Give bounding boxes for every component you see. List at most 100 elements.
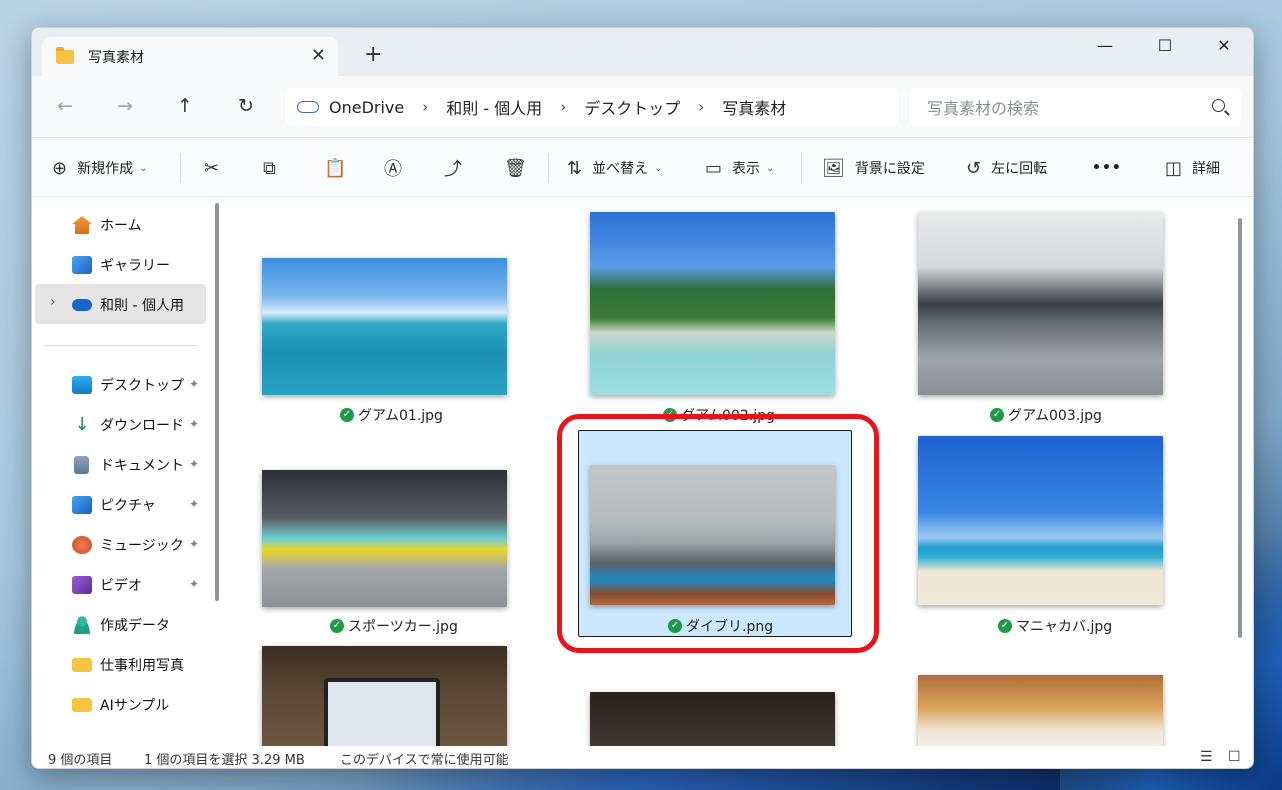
sidebar-item-onedrive-personal[interactable]: 和則 - 個人用	[72, 293, 184, 317]
breadcrumb-photo-materials[interactable]: 写真素材	[722, 95, 786, 119]
status-bar: 9 個の項目 1 個の項目を選択 3.29 MB このデバイスで常に使用可能 ☰…	[32, 746, 1253, 768]
file-name: スポーツカー.jpg	[348, 619, 458, 635]
item-count: 9 個の項目	[48, 753, 113, 768]
breadcrumb-desktop[interactable]: デスクトップ	[584, 95, 680, 119]
tiles-view-icon[interactable]: ☐	[1228, 749, 1241, 765]
document-icon	[74, 456, 89, 474]
sidebar-item-gallery[interactable]: ギャラリー	[72, 253, 170, 277]
breadcrumb-separator[interactable]: ›	[560, 98, 566, 116]
thumbnail-manyakaba[interactable]	[918, 436, 1163, 605]
more-icon: •••	[1092, 160, 1122, 176]
cut-button[interactable]: ✂	[204, 139, 229, 197]
pin-icon[interactable]: ✦	[189, 497, 199, 511]
sidebar-item-videos[interactable]: ビデオ	[72, 573, 142, 597]
copy-button[interactable]: ⧉	[263, 139, 286, 197]
sidebar-item-pictures[interactable]: ピクチャ	[72, 493, 156, 517]
sidebar-item-home[interactable]: ホーム	[72, 213, 142, 237]
breadcrumb-onedrive[interactable]: OneDrive	[329, 98, 404, 117]
file-item-manyakaba[interactable]: ✓ マニャカバ.jpg	[998, 616, 1112, 636]
tab-photo-materials[interactable]: 写真素材 ✕	[42, 37, 338, 77]
pin-icon[interactable]: ✦	[189, 417, 199, 431]
sidebar-item-label: デスクトップ	[100, 378, 184, 394]
share-icon: ⤴	[444, 159, 462, 180]
plus-circle-icon: ⊕	[52, 157, 68, 179]
breadcrumb-separator[interactable]: ›	[422, 98, 428, 116]
file-item-guam003[interactable]: ✓ グアム003.jpg	[990, 405, 1102, 425]
thumbnail-desk[interactable]	[590, 692, 835, 746]
pin-icon[interactable]: ✦	[189, 537, 199, 551]
thumbnail-guam003[interactable]	[918, 212, 1163, 395]
sync-check-icon: ✓	[330, 619, 344, 633]
paste-button[interactable]: 📋	[324, 139, 356, 197]
breadcrumb-personal[interactable]: 和則 - 個人用	[446, 95, 542, 119]
sort-label: 並べ替え	[592, 161, 649, 177]
set-background-button[interactable]: 🖼 背景に設定	[822, 139, 925, 197]
minimize-button[interactable]: —	[1085, 36, 1125, 55]
refresh-button[interactable]: ↻	[231, 96, 261, 116]
tab-close-button[interactable]: ✕	[311, 46, 326, 66]
share-button[interactable]: ⤴	[444, 139, 472, 197]
breadcrumb[interactable]: OneDrive › 和則 - 個人用 › デスクトップ › 写真素材	[285, 88, 899, 126]
close-button[interactable]: ✕	[1204, 36, 1244, 55]
sidebar-scrollbar[interactable]	[215, 203, 219, 601]
sidebar-item-downloads[interactable]: ↓ ダウンロード	[72, 413, 184, 437]
toolbar-divider	[548, 153, 549, 183]
sidebar-item-ai-samples[interactable]: AIサンプル	[72, 693, 169, 717]
sidebar-item-work-photos[interactable]: 仕事利用写真	[72, 653, 184, 677]
details-button[interactable]: ◫ 詳細	[1165, 139, 1220, 197]
paste-icon: 📋	[324, 157, 347, 179]
sidebar-divider	[44, 345, 198, 346]
file-name: グアム01.jpg	[358, 408, 443, 424]
sidebar-item-label: 仕事利用写真	[100, 658, 184, 674]
maximize-button[interactable]: ☐	[1145, 36, 1185, 55]
search-input[interactable]: 写真素材の検索	[909, 88, 1241, 126]
sync-check-icon: ✓	[340, 408, 354, 422]
expand-chevron-icon[interactable]: ›	[50, 294, 56, 310]
file-item-sports-car[interactable]: ✓ スポーツカー.jpg	[330, 616, 458, 636]
user-icon	[72, 616, 92, 634]
details-view-icon[interactable]: ☰	[1200, 749, 1213, 765]
desktop-icon	[72, 376, 92, 394]
video-icon	[72, 576, 92, 594]
sidebar-item-desktop[interactable]: デスクトップ	[72, 373, 184, 397]
up-button[interactable]: ↑	[170, 96, 200, 116]
content-scrollbar[interactable]	[1238, 218, 1242, 638]
sidebar-item-label: 作成データ	[100, 618, 170, 634]
rename-button[interactable]: Ⓐ	[384, 139, 412, 197]
back-button[interactable]: ←	[50, 96, 80, 116]
thumbnail-guam01[interactable]	[262, 258, 507, 395]
cloud-icon	[297, 101, 319, 113]
sort-button[interactable]: ⇅ 並べ替え ⌄	[567, 139, 662, 197]
breadcrumb-separator[interactable]: ›	[698, 98, 704, 116]
thumbnail-laptop[interactable]	[262, 646, 507, 746]
view-icon: ▭	[705, 157, 723, 179]
pictures-icon	[72, 496, 92, 514]
delete-button[interactable]: 🗑	[504, 139, 537, 197]
view-button[interactable]: ▭ 表示 ⌄	[705, 139, 774, 197]
sidebar-item-music[interactable]: ミュージック	[72, 533, 184, 557]
pin-icon[interactable]: ✦	[189, 377, 199, 391]
gallery-icon	[72, 256, 92, 274]
sidebar-item-label: ホーム	[100, 218, 142, 234]
file-item-guam01[interactable]: ✓ グアム01.jpg	[340, 405, 443, 425]
details-label: 詳細	[1192, 161, 1221, 177]
chevron-down-icon: ⌄	[139, 162, 148, 174]
new-button[interactable]: ⊕ 新規作成 ⌄	[52, 139, 147, 197]
new-tab-button[interactable]: +	[364, 44, 382, 66]
thumbnail-burger[interactable]	[918, 675, 1163, 746]
sidebar-item-documents[interactable]: ドキュメント	[72, 453, 184, 477]
thumbnail-sports-car[interactable]	[262, 470, 507, 607]
navigation-pane: › ホーム ギャラリー 和則 - 個人用 デスクトップ ✦ ↓ ダウンロード ✦…	[32, 198, 220, 746]
more-button[interactable]: •••	[1092, 139, 1122, 197]
pin-icon[interactable]: ✦	[189, 457, 199, 471]
rotate-left-button[interactable]: ↺ 左に回転	[966, 139, 1047, 197]
pin-icon[interactable]: ✦	[189, 577, 199, 591]
thumbnail-guam002[interactable]	[590, 212, 835, 395]
folder-icon	[56, 47, 74, 64]
highlight-ring	[557, 414, 879, 653]
sidebar-item-label: ピクチャ	[100, 498, 156, 514]
forward-button[interactable]: →	[110, 96, 140, 116]
sidebar-item-label: ドキュメント	[100, 458, 184, 474]
chevron-down-icon: ⌄	[766, 162, 775, 174]
sidebar-item-created-data[interactable]: 作成データ	[72, 613, 170, 637]
